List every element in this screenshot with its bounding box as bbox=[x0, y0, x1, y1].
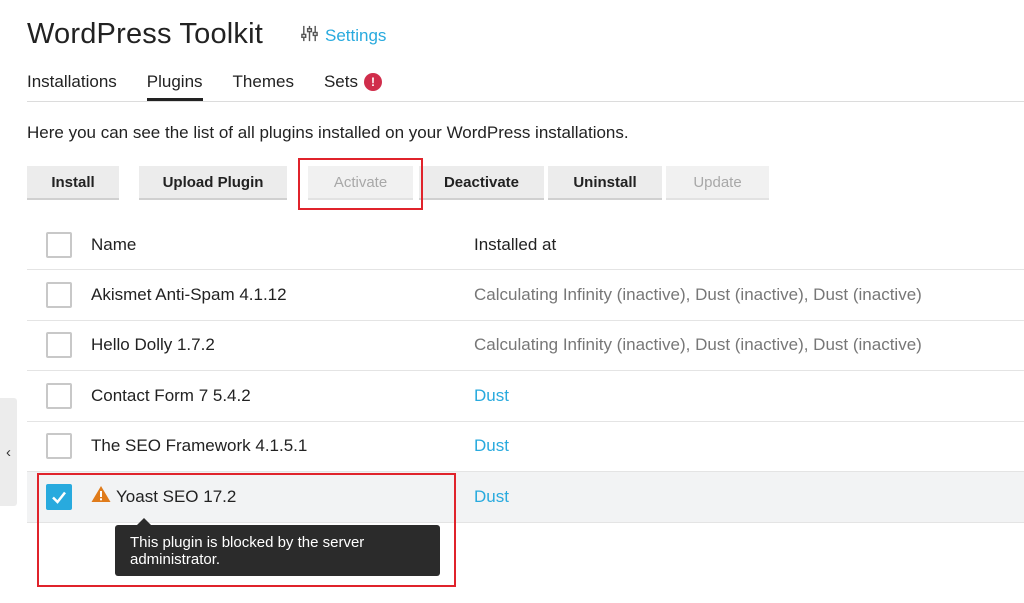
plugin-toolbar: Install Upload Plugin Activate Deactivat… bbox=[0, 166, 1024, 200]
tabs-divider bbox=[27, 101, 1024, 102]
page-title: WordPress Toolkit bbox=[27, 18, 264, 50]
table-row: Hello Dolly 1.7.2 Calculating Infinity (… bbox=[27, 321, 1024, 371]
table-row: Contact Form 7 5.4.2 Dust bbox=[27, 371, 1024, 422]
uninstall-button[interactable]: Uninstall bbox=[548, 166, 662, 200]
tab-themes[interactable]: Themes bbox=[233, 72, 294, 100]
settings-label: Settings bbox=[325, 26, 387, 45]
col-installed-header: Installed at bbox=[474, 234, 557, 254]
plugin-name: The SEO Framework 4.1.5.1 bbox=[91, 436, 308, 456]
table-row: The SEO Framework 4.1.5.1 Dust bbox=[27, 422, 1024, 472]
deactivate-button[interactable]: Deactivate bbox=[419, 166, 544, 200]
installed-at-link[interactable]: Dust bbox=[474, 436, 509, 456]
upload-plugin-button[interactable]: Upload Plugin bbox=[139, 166, 287, 200]
plugin-name: Contact Form 7 5.4.2 bbox=[91, 385, 251, 405]
row-checkbox[interactable] bbox=[46, 281, 72, 308]
row-checkbox[interactable] bbox=[46, 382, 72, 409]
sets-alert-badge: ! bbox=[364, 73, 382, 91]
installed-at: Calculating Infinity (inactive), Dust (i… bbox=[474, 284, 922, 304]
sidebar-collapse-toggle[interactable]: ‹ bbox=[0, 398, 17, 506]
row-checkbox[interactable] bbox=[46, 332, 72, 359]
installed-at-link[interactable]: Dust bbox=[474, 487, 509, 507]
plugin-name: Akismet Anti-Spam 4.1.12 bbox=[91, 284, 287, 304]
table-row: Akismet Anti-Spam 4.1.12 Calculating Inf… bbox=[27, 270, 1024, 321]
tab-installations[interactable]: Installations bbox=[27, 72, 117, 100]
tab-bar: Installations Plugins Themes Sets! bbox=[27, 72, 382, 101]
activate-highlight-box bbox=[298, 158, 423, 210]
tab-plugins[interactable]: Plugins bbox=[146, 72, 203, 101]
col-name-header: Name bbox=[91, 234, 137, 254]
tab-sets[interactable]: Sets! bbox=[324, 72, 382, 100]
installed-at: Calculating Infinity (inactive), Dust (i… bbox=[474, 335, 922, 355]
installed-at-link[interactable]: Dust bbox=[474, 386, 509, 406]
install-button[interactable]: Install bbox=[27, 166, 119, 200]
settings-link[interactable]: Settings bbox=[300, 24, 386, 48]
settings-sliders-icon bbox=[300, 24, 319, 48]
plugin-name: Hello Dolly 1.7.2 bbox=[91, 335, 215, 355]
yoast-highlight-box bbox=[37, 473, 456, 587]
select-all-checkbox[interactable] bbox=[46, 231, 72, 258]
row-checkbox[interactable] bbox=[46, 433, 72, 460]
update-button[interactable]: Update bbox=[666, 166, 769, 200]
intro-text: Here you can see the list of all plugins… bbox=[27, 123, 629, 142]
chevron-left-icon: ‹ bbox=[6, 443, 11, 461]
table-header: Name Installed at bbox=[27, 220, 1024, 270]
